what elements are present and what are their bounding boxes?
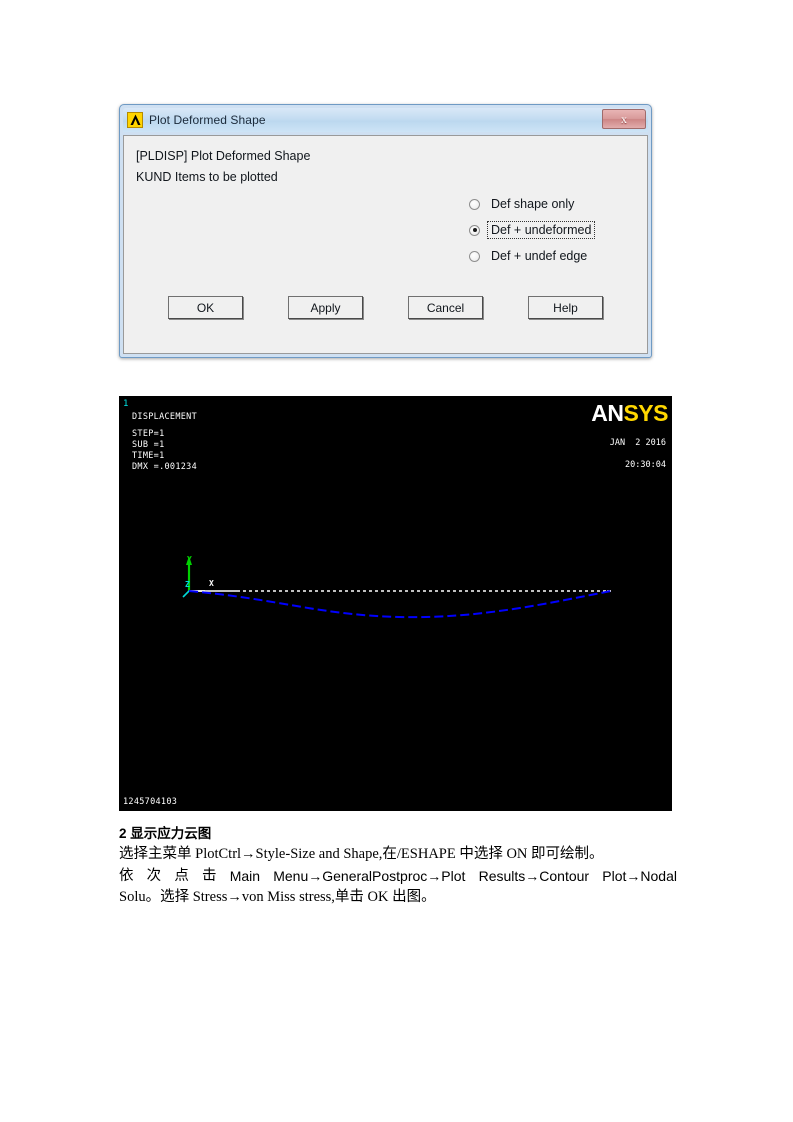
radio-label: Def shape only <box>491 197 575 211</box>
line2-seg-2: 点 <box>174 867 189 884</box>
paragraph-line-3: Solu。选择 Stress→von Miss stress,单击 OK 出图。 <box>119 889 436 905</box>
cancel-button[interactable]: Cancel <box>408 296 483 319</box>
parameter-label: KUND Items to be plotted <box>136 170 278 184</box>
line2-seg-1: 次 <box>146 867 162 884</box>
apply-button[interactable]: Apply <box>288 296 363 319</box>
line2-seg-6: Results→Contour <box>478 867 590 884</box>
radio-label: Def + undef edge <box>491 249 588 263</box>
line2-seg-3: 击 <box>202 867 217 884</box>
deformed-shape-geometry <box>182 556 612 619</box>
dialog-body: [PLDISP] Plot Deformed Shape KUND Items … <box>123 135 648 354</box>
document-text-block: 2 显示应力云图 选择主菜单 PlotCtrl→Style-Size and S… <box>119 824 677 909</box>
dialog-button-row: OK Apply Cancel Help <box>124 296 647 319</box>
close-icon[interactable]: x <box>602 109 646 129</box>
kund-radio-group: Def shape only Def + undeformed Def + un… <box>469 191 596 269</box>
axis-label-y: Y <box>187 555 192 564</box>
section-heading: 2 显示应力云图 <box>119 824 677 844</box>
line2-seg-5: Menu→GeneralPostproc→Plot <box>273 867 466 884</box>
dialog-title: Plot Deformed Shape <box>149 113 266 127</box>
heading-text: 显示应力云图 <box>130 826 212 841</box>
heading-number: 2 <box>119 826 127 841</box>
plot-deformed-shape-dialog: Plot Deformed Shape x [PLDISP] Plot Defo… <box>119 104 652 358</box>
radio-circle-icon <box>469 250 480 262</box>
help-button[interactable]: Help <box>528 296 603 319</box>
plot-filename: 1245704103 <box>123 797 178 807</box>
line2-seg-0: 依 <box>119 867 134 884</box>
axis-label-x: X <box>209 579 214 588</box>
radio-label: Def + undeformed <box>486 221 596 239</box>
dialog-description: [PLDISP] Plot Deformed Shape KUND Items … <box>136 146 310 188</box>
ansys-lambda-icon <box>127 112 143 128</box>
ansys-graphics-window[interactable]: 1 DISPLACEMENT STEP=1 SUB =1 TIME=1 DMX … <box>119 393 672 814</box>
radio-def-plus-undeformed[interactable]: Def + undeformed <box>469 217 596 243</box>
ok-button[interactable]: OK <box>168 296 243 319</box>
dialog-titlebar[interactable]: Plot Deformed Shape x <box>123 108 648 132</box>
radio-def-shape-only[interactable]: Def shape only <box>469 191 594 217</box>
line2-seg-7: Plot→Nodal <box>602 867 677 884</box>
paragraph-line-1: 选择主菜单 PlotCtrl→Style-Size and Shape,在/ES… <box>119 846 604 862</box>
line2-seg-4: Main <box>229 867 261 884</box>
paragraph-line-2: 依 次 点 击 Main Menu→GeneralPostproc→Plot R… <box>119 866 677 888</box>
section-paragraph: 选择主菜单 PlotCtrl→Style-Size and Shape,在/ES… <box>119 844 677 909</box>
command-label: [PLDISP] Plot Deformed Shape <box>136 149 311 163</box>
radio-circle-icon <box>469 198 480 210</box>
radio-circle-icon <box>469 224 480 236</box>
radio-def-plus-undef-edge[interactable]: Def + undef edge <box>469 243 594 269</box>
axis-label-z: Z <box>185 580 190 589</box>
